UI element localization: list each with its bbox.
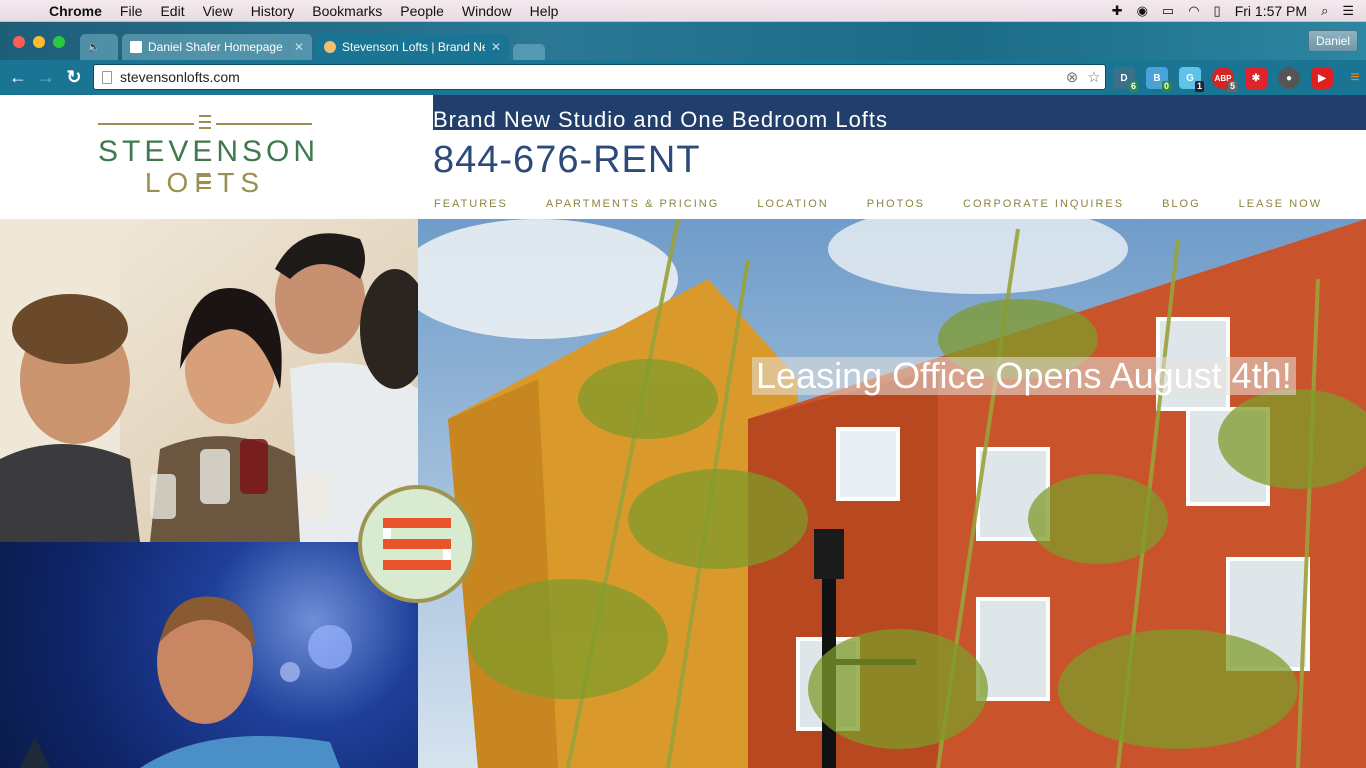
menu-edit[interactable]: Edit — [151, 3, 193, 19]
browser-tab-strip: 🔈 Daniel Shafer Homepage ✕ Stevenson Lof… — [0, 22, 1366, 60]
page-icon — [130, 41, 142, 53]
tab-pinned-audio[interactable]: 🔈 — [80, 34, 118, 60]
nav-location[interactable]: LOCATION — [757, 198, 828, 210]
airplay-icon[interactable]: ▭ — [1162, 3, 1174, 19]
menu-file[interactable]: File — [111, 3, 152, 19]
menu-toggle-button[interactable] — [358, 485, 476, 603]
ghostery-icon[interactable]: G1 — [1179, 67, 1204, 92]
page-info-icon[interactable] — [102, 70, 112, 84]
menu-view[interactable]: View — [194, 3, 242, 19]
logo-rule-right — [216, 123, 312, 125]
smiling-man-photo — [0, 542, 418, 768]
nav-features[interactable]: FEATURES — [434, 198, 508, 210]
logo-word-stevenson: STEVENSON — [98, 135, 320, 168]
chrome-menu-icon[interactable]: ≡ — [1344, 67, 1366, 89]
spotlight-search-icon[interactable]: ⌕ — [1321, 3, 1328, 19]
menu-help[interactable]: Help — [521, 3, 568, 19]
wifi-icon[interactable]: ◠ — [1188, 3, 1199, 19]
speaker-icon: 🔈 — [87, 41, 101, 53]
back-arrow-icon[interactable]: ← — [4, 67, 32, 88]
hamburger-menu-icon — [383, 518, 451, 570]
friends-toasting-photo — [0, 219, 418, 542]
logo-word-lofts: LOFTS — [144, 167, 266, 198]
nav-blog[interactable]: BLOG — [1162, 198, 1201, 210]
extension-icons: D6 B0 G1 ABP 5 ✱ ● ▶ ≡ — [1113, 67, 1366, 92]
close-window-button[interactable] — [13, 36, 25, 48]
site-navigation: FEATURES APARTMENTS & PRICING LOCATION P… — [434, 198, 1322, 210]
battery-icon[interactable]: ▯ — [1214, 3, 1221, 19]
menu-bookmarks[interactable]: Bookmarks — [303, 3, 391, 19]
tab-daniel-shafer-homepage[interactable]: Daniel Shafer Homepage ✕ — [122, 34, 312, 60]
nav-corporate-inquires[interactable]: CORPORATE INQUIRES — [963, 198, 1124, 210]
browser-toolbar: ← → ↻ stevensonlofts.com ⊗ ☆ D6 B0 G1 AB… — [0, 60, 1366, 95]
reload-icon[interactable]: ↻ — [60, 67, 88, 88]
url-text[interactable]: stevensonlofts.com — [120, 69, 1061, 85]
close-tab-icon[interactable]: ✕ — [294, 40, 304, 54]
asterisk-extension-icon[interactable]: ✱ — [1245, 67, 1267, 89]
menu-history[interactable]: History — [242, 3, 304, 19]
menu-app-name[interactable]: Chrome — [40, 3, 111, 19]
leasing-office-banner: Leasing Office Opens August 4th! — [752, 357, 1296, 395]
phone-number[interactable]: 844-676-RENT — [433, 139, 701, 182]
profile-button[interactable]: Daniel — [1307, 30, 1358, 52]
notification-center-icon[interactable]: ☰ — [1342, 3, 1354, 19]
stevenson-lofts-logo[interactable]: STEVENSON LOFTS — [98, 115, 320, 199]
new-tab-button[interactable] — [513, 44, 545, 60]
building-courtyard-photo — [418, 219, 1366, 768]
menu-clock[interactable]: Fri 1:57 PM — [1235, 3, 1307, 19]
close-tab-icon[interactable]: ✕ — [491, 40, 501, 54]
tab-title: Daniel Shafer Homepage — [148, 40, 283, 54]
forward-arrow-icon[interactable]: → — [32, 67, 60, 88]
nav-lease-now[interactable]: LEASE NOW — [1239, 198, 1322, 210]
menu-people[interactable]: People — [391, 3, 453, 19]
circle-a-icon[interactable]: ◉ — [1137, 3, 1148, 19]
tagline: Brand New Studio and One Bedroom Lofts — [433, 107, 889, 132]
webpage-viewport: STEVENSON LOFTS Brand New Studio and One… — [0, 95, 1366, 768]
address-bar[interactable]: stevensonlofts.com ⊗ ☆ — [93, 64, 1106, 90]
nav-apartments-pricing[interactable]: APARTMENTS & PRICING — [546, 198, 719, 210]
menu-window[interactable]: Window — [453, 3, 521, 19]
tab-title: Stevenson Lofts | Brand Ne — [342, 40, 485, 54]
nav-photos[interactable]: PHOTOS — [867, 198, 925, 210]
plus-cross-icon[interactable]: ✚ — [1112, 3, 1123, 19]
minimize-window-button[interactable] — [33, 36, 45, 48]
stevenson-favicon-icon — [324, 41, 336, 53]
zoom-window-button[interactable] — [53, 36, 65, 48]
evernote-icon[interactable]: ● — [1278, 67, 1300, 89]
extension-b-icon[interactable]: B0 — [1146, 67, 1171, 92]
adblock-plus-icon[interactable]: ABP 5 — [1212, 67, 1237, 92]
logo-rule-left — [98, 123, 194, 125]
extension-d-icon[interactable]: D6 — [1113, 67, 1138, 92]
youtube-extension-icon[interactable]: ▶ — [1311, 67, 1333, 89]
macos-menu-bar: Chrome File Edit View History Bookmarks … — [0, 0, 1366, 22]
bookmark-star-icon[interactable]: ☆ — [1083, 68, 1105, 86]
blocked-content-icon[interactable]: ⊗ — [1061, 68, 1083, 86]
tab-stevenson-lofts[interactable]: Stevenson Lofts | Brand Ne ✕ — [316, 34, 509, 60]
